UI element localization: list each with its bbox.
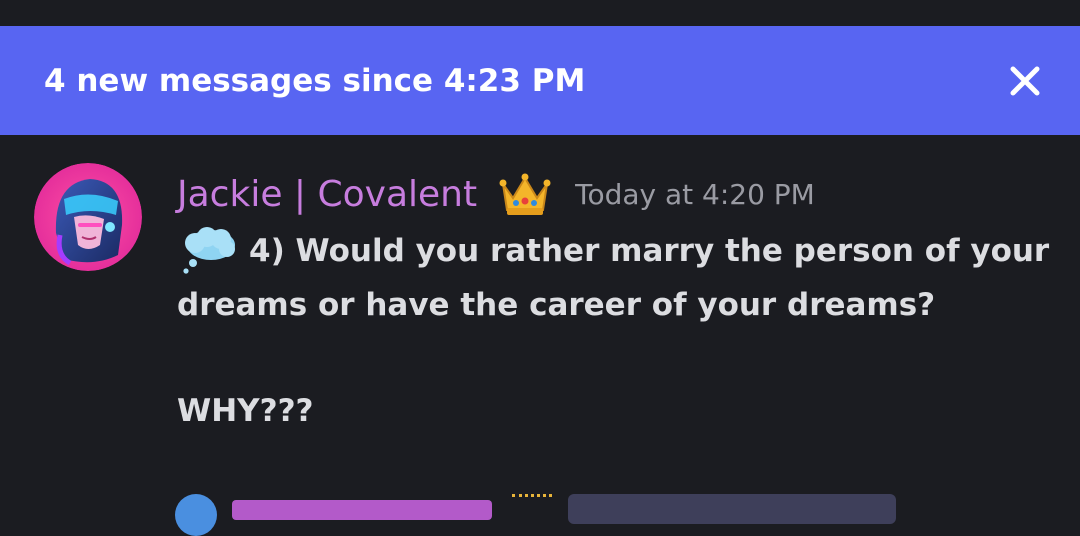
message-header: Jackie | Covalent Today at 4:20 PM — [177, 169, 815, 219]
thought-balloon-icon — [183, 227, 235, 274]
message-text-line-1: 4) Would you rather marry the person of … — [249, 233, 1050, 269]
next-tag-partial — [568, 494, 896, 524]
new-messages-text: 4 new messages since 4:23 PM — [44, 62, 586, 99]
crown-icon — [499, 173, 551, 215]
timestamp: Today at 4:20 PM — [575, 177, 815, 211]
message-text-line-3: WHY??? — [177, 393, 314, 429]
message-text-line-2: dreams or have the career of your dreams… — [177, 287, 936, 323]
chat-message: Jackie | Covalent Today at 4:20 PM 4) Wo… — [0, 135, 1080, 506]
new-messages-banner[interactable]: 4 new messages since 4:23 PM — [0, 26, 1080, 135]
close-icon[interactable] — [1008, 64, 1042, 98]
top-status-strip — [0, 0, 1080, 26]
avatar — [175, 494, 217, 536]
next-message-partial — [0, 486, 1080, 536]
crown-icon — [512, 494, 552, 511]
username[interactable]: Jackie | Covalent — [177, 174, 477, 215]
avatar[interactable] — [34, 163, 142, 271]
next-username-partial — [232, 500, 492, 520]
message-line-1: 4) Would you rather marry the person of … — [177, 227, 1049, 275]
